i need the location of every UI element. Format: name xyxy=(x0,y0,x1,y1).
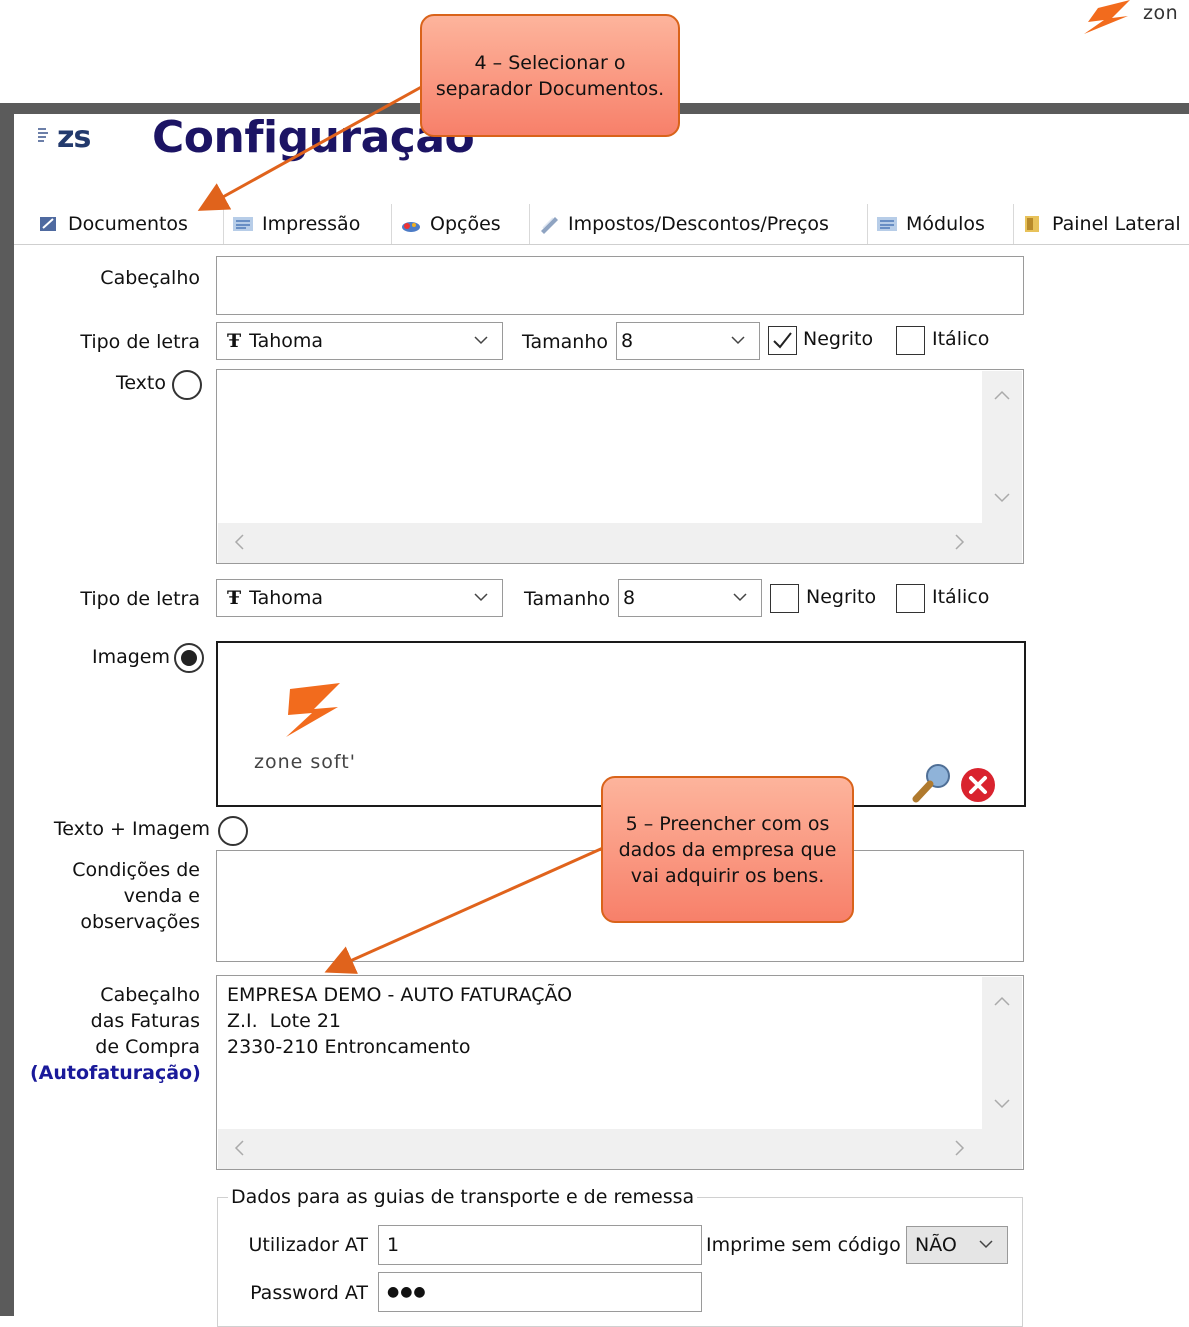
scroll-arrows-icon xyxy=(234,1140,965,1156)
tab-label: Painel Lateral xyxy=(1052,213,1181,235)
side-panel-icon xyxy=(1025,216,1039,232)
italic-label-2: Itálico xyxy=(932,586,990,608)
scroll-arrows-icon xyxy=(994,390,1010,503)
italic-checkbox-2[interactable] xyxy=(896,584,925,613)
callout-step-5: 5 – Preencher com os dados da empresa qu… xyxy=(601,776,854,923)
password-at-value: ●●● xyxy=(387,1284,427,1300)
font-type-label-2: Tipo de letra xyxy=(80,588,200,610)
tab-label: Opções xyxy=(430,213,501,235)
tab-painel-lateral[interactable]: Painel Lateral xyxy=(1014,204,1189,244)
texto-radio[interactable] xyxy=(172,370,202,400)
font-type-label-1: Tipo de letra xyxy=(80,331,200,353)
utilizador-at-input[interactable]: 1 xyxy=(378,1225,702,1265)
condicoes-label-line: Condições de xyxy=(72,859,200,881)
texto-imagem-label: Texto + Imagem xyxy=(53,818,210,840)
brand-text: zon xyxy=(1143,2,1179,24)
texto-label: Texto xyxy=(115,372,166,394)
bold-checkbox-2[interactable] xyxy=(770,584,799,613)
font-size-value-1: 8 xyxy=(621,330,634,352)
tab-impostos[interactable]: Impostos/Descontos/Preços xyxy=(530,204,868,244)
chevron-down-icon xyxy=(731,336,745,345)
modules-icon xyxy=(877,217,897,231)
faturas-label: Cabeçalho das Faturas de Compra (Autofat… xyxy=(30,982,201,1086)
font-family-value-1: Tahoma xyxy=(249,330,324,352)
font-size-value-2: 8 xyxy=(623,587,636,609)
font-size-select-2[interactable]: 8 xyxy=(618,579,762,617)
tab-bar: Documentos Impressão Opções Impostos/Des… xyxy=(14,204,1189,245)
texto-memo[interactable] xyxy=(216,369,1024,564)
bold-label-1: Negrito xyxy=(803,328,874,350)
font-family-select-1[interactable]: Ŧ Tahoma xyxy=(216,322,503,360)
imprime-sem-codigo-label: Imprime sem código xyxy=(706,1234,901,1256)
bold-checkbox-1[interactable] xyxy=(768,326,797,355)
font-size-select-1[interactable]: 8 xyxy=(616,322,760,360)
faturas-value-line: 2330-210 Entroncamento xyxy=(227,1036,471,1058)
size-label-2: Tamanho xyxy=(524,588,610,610)
faturas-label-line: de Compra xyxy=(95,1036,200,1058)
password-at-input[interactable]: ●●● xyxy=(378,1272,702,1312)
taxes-icon xyxy=(541,217,558,234)
faturas-label-line: das Faturas xyxy=(90,1010,200,1032)
options-icon xyxy=(402,222,420,232)
truetype-font-icon: Ŧ xyxy=(227,330,242,352)
condicoes-label-line: venda e xyxy=(123,885,200,907)
scroll-arrows-icon xyxy=(994,996,1010,1109)
horizontal-scrollbar[interactable] xyxy=(218,523,1022,563)
transport-group-title: Dados para as guias de transporte e de r… xyxy=(228,1186,698,1208)
tab-label: Módulos xyxy=(906,213,985,235)
tab-impressao[interactable]: Impressão xyxy=(224,204,392,244)
app-logo: zs xyxy=(35,120,91,155)
tab-label: Documentos xyxy=(68,213,188,235)
tab-opcoes[interactable]: Opções xyxy=(392,204,530,244)
password-at-label: Password AT xyxy=(250,1282,368,1304)
zs-logo-icon xyxy=(38,128,48,142)
chevron-down-icon xyxy=(474,593,488,602)
faturas-label-line: Cabeçalho xyxy=(100,984,200,1006)
remove-image-icon[interactable] xyxy=(958,765,998,805)
size-label-1: Tamanho xyxy=(522,331,608,353)
imprime-sem-codigo-select[interactable]: NÃO xyxy=(906,1226,1008,1264)
callout-step-4: 4 – Selecionar o separador Documentos. xyxy=(420,14,680,137)
brand-logo-icon xyxy=(1084,0,1130,34)
chevron-down-icon xyxy=(733,593,747,602)
font-family-value-2: Tahoma xyxy=(249,587,324,609)
italic-checkbox-1[interactable] xyxy=(896,326,925,355)
horizontal-scrollbar[interactable] xyxy=(218,1129,1022,1169)
bold-label-2: Negrito xyxy=(806,586,877,608)
faturas-value-line: EMPRESA DEMO - AUTO FATURAÇÃO xyxy=(227,984,573,1006)
tab-label: Impressão xyxy=(262,213,361,235)
texto-imagem-radio[interactable] xyxy=(218,816,248,846)
cabecalho-input[interactable] xyxy=(216,256,1024,315)
imagem-radio[interactable] xyxy=(174,643,204,673)
app-logo-text: zs xyxy=(57,120,91,155)
image-logo-text: zone soft' xyxy=(254,751,356,773)
zone-soft-logo-icon xyxy=(286,683,340,737)
tab-documentos[interactable]: Documentos xyxy=(30,204,224,244)
autofaturacao-label: (Autofaturação) xyxy=(30,1062,201,1084)
tab-label: Impostos/Descontos/Preços xyxy=(568,213,829,235)
vertical-scrollbar[interactable] xyxy=(982,977,1022,1129)
chevron-down-icon xyxy=(474,336,488,345)
condicoes-label-line: observações xyxy=(80,911,200,933)
documents-icon xyxy=(40,217,56,231)
zoom-image-icon[interactable] xyxy=(910,761,954,805)
chevron-down-icon xyxy=(979,1240,993,1249)
imprime-sem-codigo-value: NÃO xyxy=(915,1234,957,1256)
tab-modulos[interactable]: Módulos xyxy=(868,204,1014,244)
faturas-value-line: Z.I. Lote 21 xyxy=(227,1010,342,1032)
print-settings-icon xyxy=(233,217,253,231)
truetype-font-icon: Ŧ xyxy=(227,587,242,609)
condicoes-label: Condições de venda e observações xyxy=(40,857,200,935)
checkmark-icon xyxy=(773,332,792,349)
italic-label-1: Itálico xyxy=(932,328,990,350)
vertical-scrollbar[interactable] xyxy=(982,371,1022,523)
utilizador-at-label: Utilizador AT xyxy=(248,1234,368,1256)
imagem-label: Imagem xyxy=(91,646,170,668)
cabecalho-label: Cabeçalho xyxy=(100,267,200,289)
font-family-select-2[interactable]: Ŧ Tahoma xyxy=(216,579,503,617)
faturas-memo[interactable]: EMPRESA DEMO - AUTO FATURAÇÃO Z.I. Lote … xyxy=(216,975,1024,1170)
scroll-arrows-icon xyxy=(234,534,965,550)
utilizador-at-value: 1 xyxy=(387,1234,400,1256)
